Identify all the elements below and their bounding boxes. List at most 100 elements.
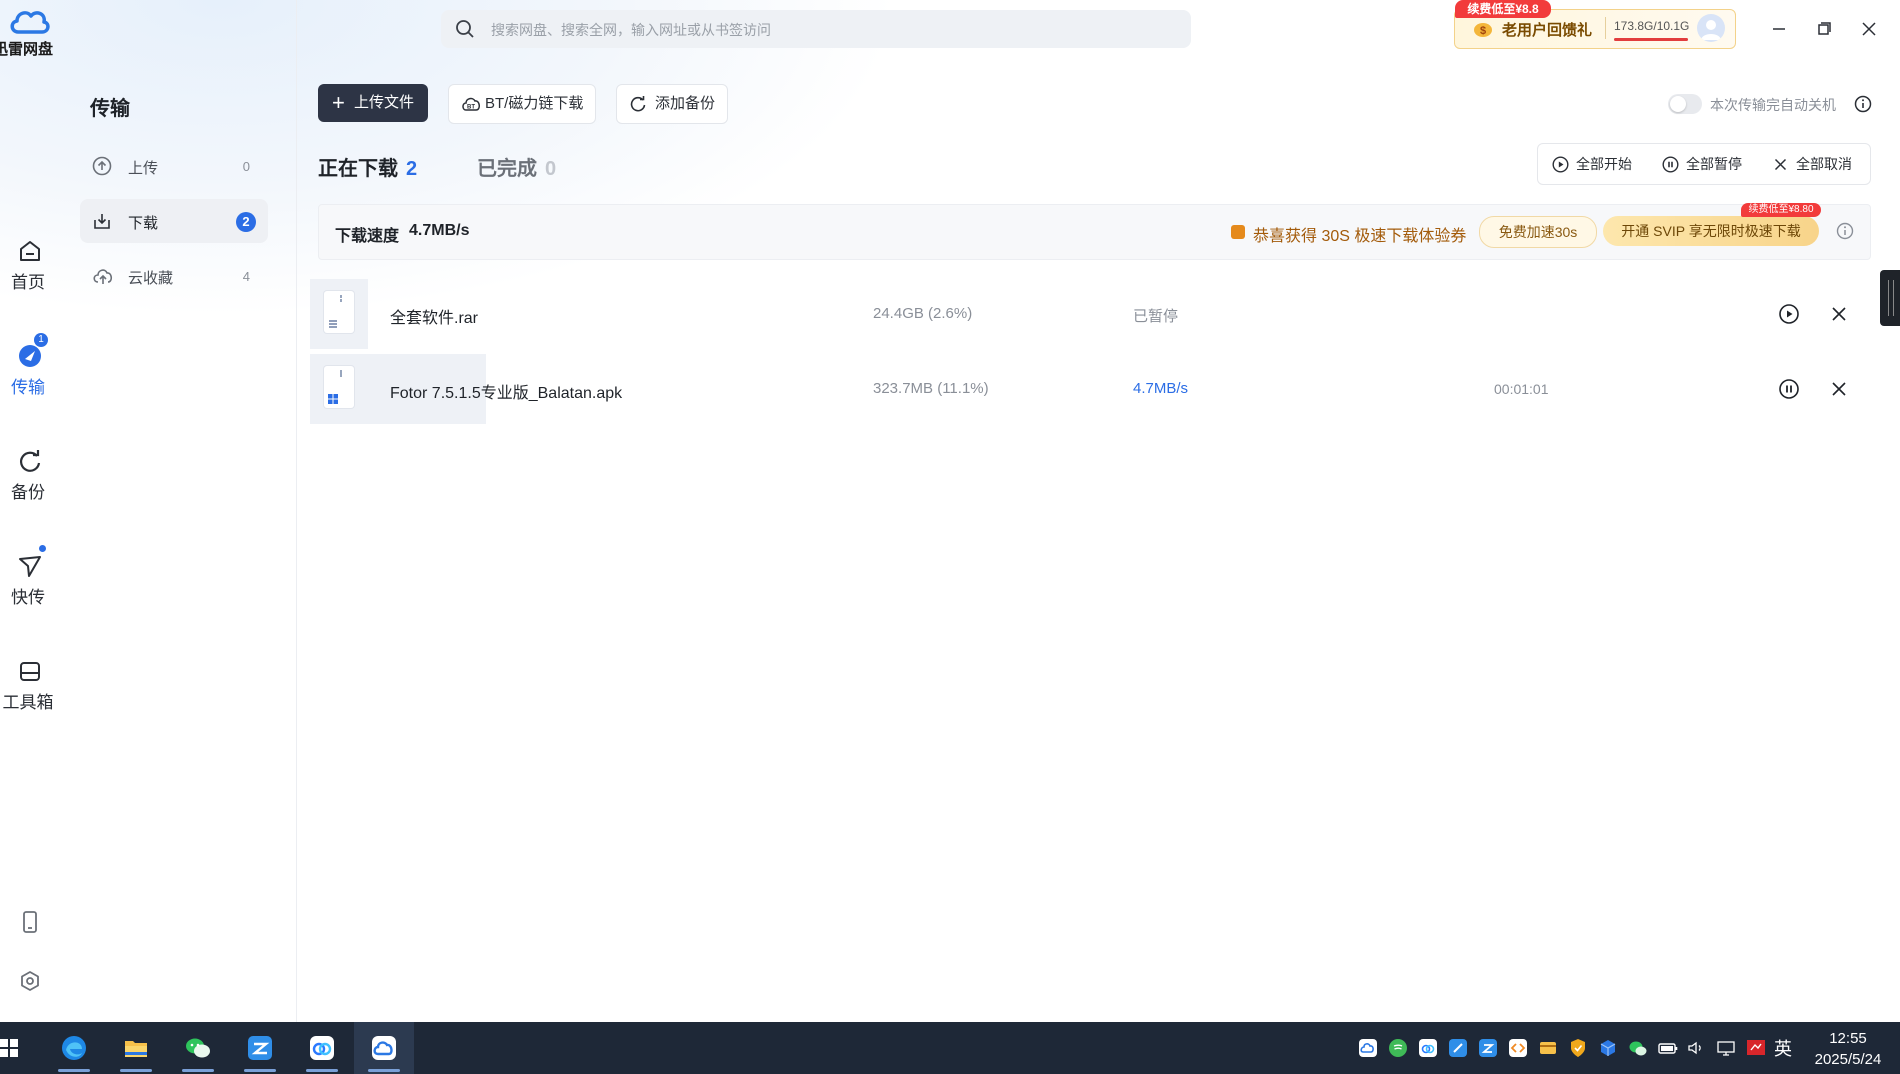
- gift-coin-icon: $: [1474, 23, 1492, 37]
- edge-icon: [62, 1036, 86, 1060]
- home-icon: [20, 241, 40, 261]
- cloud-collect-icon: [93, 269, 113, 284]
- panel-item-upload[interactable]: 上传 0: [80, 144, 268, 188]
- tray-battery-icon[interactable]: [1658, 1038, 1678, 1058]
- svip-price-tag: 续费低至¥8.80: [1741, 203, 1821, 217]
- tray-shield-icon[interactable]: [1568, 1038, 1588, 1058]
- upload-count: 0: [242, 159, 250, 174]
- panel-item-download[interactable]: 下载 2: [80, 199, 268, 243]
- rail-item-backup[interactable]: 备份: [0, 448, 60, 503]
- taskbar-xunlei-netdisk[interactable]: [354, 1022, 414, 1074]
- add-backup-button[interactable]: 添加备份: [616, 84, 728, 124]
- upload-file-button[interactable]: + 上传文件: [318, 84, 428, 122]
- speed-info-icon[interactable]: [1836, 222, 1854, 240]
- app-logo: 迅雷网盘: [0, 4, 60, 59]
- info-icon[interactable]: [1854, 95, 1872, 113]
- remove-icon[interactable]: [1828, 378, 1850, 400]
- tray-red-app-icon[interactable]: [1746, 1038, 1766, 1058]
- tab-completed[interactable]: 已完成 0: [477, 152, 556, 181]
- close-icon: [1774, 158, 1787, 171]
- avatar[interactable]: [1697, 14, 1725, 42]
- upload-icon: [92, 156, 112, 176]
- tray-netdisk-icon[interactable]: [1358, 1038, 1378, 1058]
- rail-label-transfer: 传输: [11, 378, 45, 397]
- rail-label-backup: 备份: [11, 483, 45, 502]
- remove-icon[interactable]: [1828, 303, 1850, 325]
- minimize-icon[interactable]: [1768, 18, 1790, 40]
- restore-icon[interactable]: [1813, 18, 1835, 40]
- settings-icon: [21, 971, 39, 991]
- taskbar-edge[interactable]: [44, 1022, 104, 1074]
- tray-music-icon[interactable]: [1388, 1038, 1408, 1058]
- windows-taskbar: 英 12:55 2025/5/24: [0, 1022, 1900, 1074]
- tray-code-icon[interactable]: [1508, 1038, 1528, 1058]
- storage-text[interactable]: 173.8G/10.1G: [1614, 19, 1689, 33]
- file-thumbnail: [310, 279, 368, 349]
- tray-cube-icon[interactable]: [1598, 1038, 1618, 1058]
- system-clock[interactable]: 12:55 2025/5/24: [1808, 1028, 1888, 1070]
- play-circle-icon: [1552, 156, 1569, 173]
- auto-shutdown-toggle[interactable]: [1668, 94, 1702, 114]
- storage-bar: [1614, 38, 1688, 41]
- taskbar-baidu-netdisk[interactable]: [292, 1022, 352, 1074]
- taskbar-file-explorer[interactable]: [106, 1022, 166, 1074]
- tab-downloading-label: 正在下载: [318, 158, 398, 180]
- side-drawer-handle[interactable]: [1880, 270, 1900, 326]
- tray-card-icon[interactable]: [1538, 1038, 1558, 1058]
- windows-start-icon[interactable]: [0, 1038, 20, 1058]
- search-input[interactable]: [489, 10, 1173, 50]
- download-row[interactable]: Fotor 7.5.1.5专业版_Balatan.apk 323.7MB (11…: [310, 354, 1869, 424]
- tray-z-app-icon[interactable]: [1478, 1038, 1498, 1058]
- pause-circle-icon: [1662, 156, 1679, 173]
- play-icon[interactable]: [1778, 303, 1800, 325]
- pause-icon[interactable]: [1778, 378, 1800, 400]
- transfer-panel: 传输 上传 0 下载 2 云收藏 4: [60, 0, 297, 1022]
- promo-divider: [1605, 17, 1606, 39]
- tray-wechat-icon[interactable]: [1628, 1038, 1648, 1058]
- auto-shutdown-label: 本次传输完自动关机: [1710, 97, 1836, 113]
- search-icon: [456, 20, 474, 38]
- storage-fill: [1614, 38, 1688, 41]
- panel-item-cloud-collect[interactable]: 云收藏 4: [80, 254, 268, 298]
- rail-item-home[interactable]: 首页: [0, 238, 60, 293]
- panel-title: 传输: [90, 98, 130, 120]
- file-name: 全套软件.rar: [390, 310, 479, 327]
- archive-file-icon: [324, 291, 354, 333]
- user-avatar-icon: [1701, 20, 1721, 40]
- left-rail: 迅雷网盘 首页 1 传输 备份 快传 工具箱: [0, 0, 60, 1022]
- rail-item-transfer[interactable]: 1 传输: [0, 333, 60, 398]
- free-boost-button[interactable]: 免费加速30s: [1479, 216, 1597, 248]
- phone-button[interactable]: [10, 910, 50, 939]
- rail-item-toolbox[interactable]: 工具箱: [0, 658, 60, 713]
- settings-button[interactable]: [10, 970, 50, 997]
- tray-network-icon[interactable]: [1716, 1038, 1736, 1058]
- search-bar[interactable]: [441, 10, 1191, 50]
- close-window-icon[interactable]: [1858, 18, 1880, 40]
- download-icon: [94, 214, 110, 229]
- quick-send-dot: [39, 545, 46, 552]
- tray-blue-app-icon[interactable]: [1448, 1038, 1468, 1058]
- taskbar-wechat[interactable]: [168, 1022, 228, 1074]
- promo-text[interactable]: 老用户回馈礼: [1502, 19, 1592, 40]
- cancel-all-button[interactable]: 全部取消: [1772, 144, 1852, 184]
- tab-completed-count: 0: [545, 158, 557, 180]
- app-icon: [248, 1036, 272, 1060]
- tray-volume-icon[interactable]: [1686, 1038, 1706, 1058]
- rail-item-quick-send[interactable]: 快传: [0, 545, 60, 608]
- tray-baidu-icon[interactable]: [1418, 1038, 1438, 1058]
- app-name: 迅雷网盘: [0, 41, 53, 58]
- bt-magnet-download-button[interactable]: BT BT/磁力链下载: [448, 84, 596, 124]
- start-all-button[interactable]: 全部开始: [1552, 144, 1632, 184]
- taskbar-app[interactable]: [230, 1022, 290, 1074]
- bt-magnet-label: BT/磁力链下载: [485, 95, 584, 112]
- pause-all-button[interactable]: 全部暂停: [1662, 144, 1742, 184]
- download-row[interactable]: 全套软件.rar 24.4GB (2.6%) 已暂停: [310, 279, 1869, 349]
- svip-button[interactable]: 开通 SVIP 享无限时极速下载: [1603, 216, 1819, 246]
- tab-downloading[interactable]: 正在下载 2: [318, 152, 417, 181]
- experience-voucher-text: 恭喜获得 30S 极速下载体验券: [1253, 228, 1467, 245]
- clock-date: 2025/5/24: [1814, 1051, 1882, 1068]
- speed-value: 4.7MB/s: [409, 222, 470, 239]
- file-explorer-icon: [125, 1041, 147, 1057]
- svg-text:$: $: [1480, 25, 1486, 37]
- ime-indicator[interactable]: 英: [1774, 1035, 1792, 1061]
